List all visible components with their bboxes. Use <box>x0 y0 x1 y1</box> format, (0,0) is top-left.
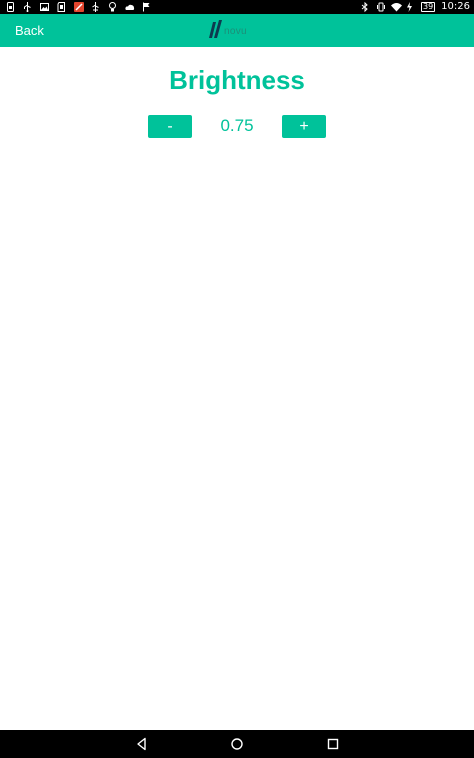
logo-mark-icon <box>207 18 223 44</box>
sim-icon <box>6 2 15 12</box>
sd-card-icon <box>57 2 66 12</box>
nav-back-icon[interactable] <box>134 736 150 752</box>
image-icon <box>40 2 49 12</box>
cloud-icon <box>125 2 135 12</box>
bluetooth-icon <box>361 2 370 12</box>
flag-icon <box>142 2 151 12</box>
app-header: Back novu <box>0 14 474 47</box>
status-system: 39 10:26 <box>361 0 470 14</box>
increment-button[interactable]: + <box>282 115 326 138</box>
back-button[interactable]: Back <box>15 14 44 47</box>
usb-icon <box>23 2 32 12</box>
app-notification-icon <box>74 2 84 12</box>
decrement-button[interactable]: - <box>148 115 192 138</box>
bulb-icon <box>108 2 117 12</box>
battery-charging-icon <box>406 2 415 12</box>
status-bar: 39 10:26 <box>0 0 474 14</box>
battery-percent: 39 <box>420 2 436 12</box>
nav-home-icon[interactable] <box>229 736 245 752</box>
page-title: Brightness <box>169 65 305 95</box>
app-logo: novu <box>207 19 247 43</box>
navigation-bar <box>0 730 474 758</box>
vibrate-icon <box>376 2 385 12</box>
logo-text: novu <box>224 25 247 37</box>
usb-debug-icon <box>91 2 100 12</box>
status-time: 10:26 <box>441 1 470 12</box>
status-notifications <box>6 1 151 13</box>
wifi-icon <box>390 2 402 12</box>
nav-recents-icon[interactable] <box>325 736 341 752</box>
brightness-value: 0.75 <box>220 116 254 135</box>
